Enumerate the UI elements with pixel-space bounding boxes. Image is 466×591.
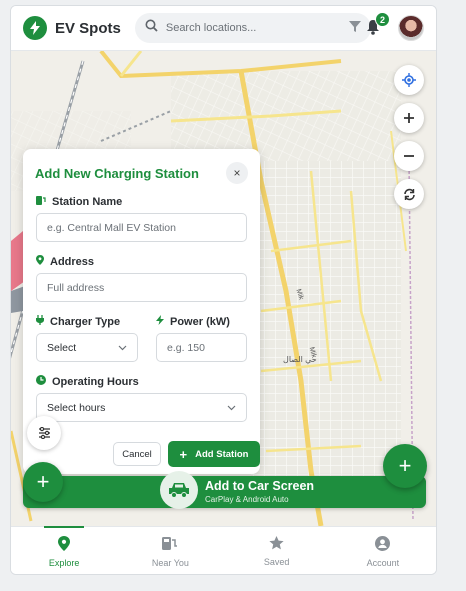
- map-pin-icon: [36, 255, 44, 268]
- active-indicator: [44, 526, 85, 528]
- address-input[interactable]: Full address: [36, 273, 247, 302]
- filter-button[interactable]: [27, 416, 61, 450]
- add-fab-left[interactable]: +: [23, 462, 63, 502]
- car-icon: [160, 471, 198, 509]
- nav-explore[interactable]: Explore: [11, 526, 117, 574]
- ev-charger-icon: [36, 195, 46, 208]
- ev-charger-icon: [162, 536, 178, 553]
- power-label: Power (kW): [156, 315, 230, 328]
- close-button[interactable]: ×: [226, 162, 248, 184]
- notification-badge: 2: [375, 12, 390, 27]
- plus-icon: [404, 113, 414, 123]
- plug-icon: [36, 315, 44, 328]
- nav-account[interactable]: Account: [330, 527, 436, 574]
- filter-icon[interactable]: [348, 19, 361, 37]
- user-icon: [375, 535, 391, 553]
- sliders-icon: [38, 427, 50, 439]
- top-bar: EV Spots 2: [11, 6, 436, 51]
- chevron-down-icon: [118, 345, 127, 350]
- charger-type-select[interactable]: Select: [36, 333, 138, 362]
- nav-near-you[interactable]: Near You: [117, 527, 223, 574]
- hours-label: Operating Hours: [36, 375, 139, 388]
- zoom-out-button[interactable]: [394, 141, 424, 171]
- star-icon: [269, 536, 284, 552]
- search-bar[interactable]: [134, 13, 371, 43]
- zoom-in-button[interactable]: [394, 103, 424, 133]
- refresh-button[interactable]: [394, 179, 424, 209]
- dialog-title: Add New Charging Station: [35, 166, 199, 181]
- clock-icon: [36, 375, 46, 388]
- nav-saved[interactable]: Saved: [224, 527, 330, 574]
- search-input[interactable]: [165, 22, 349, 34]
- add-station-button[interactable]: + Add Station: [168, 441, 260, 467]
- minus-icon: [404, 155, 414, 157]
- plus-icon: +: [179, 446, 188, 462]
- refresh-icon: [403, 188, 415, 200]
- add-to-car-screen-banner[interactable]: Add to Car Screen CarPlay & Android Auto: [23, 471, 426, 509]
- address-label: Address: [36, 255, 94, 268]
- station-name-input[interactable]: e.g. Central Mall EV Station: [36, 213, 247, 242]
- bolt-icon: [156, 315, 164, 328]
- logo-icon: [23, 16, 47, 40]
- bottom-nav: Explore Near You Saved Account: [11, 526, 436, 574]
- car-screen-title: Add to Car Screen: [205, 479, 315, 493]
- plus-icon: +: [36, 469, 50, 494]
- search-icon: [145, 19, 158, 37]
- crosshair-icon: [402, 73, 416, 87]
- close-icon: ×: [233, 166, 241, 180]
- locate-button[interactable]: [394, 65, 424, 95]
- map-pin-icon: [58, 535, 71, 553]
- cancel-button[interactable]: Cancel: [113, 442, 161, 466]
- car-screen-subtitle: CarPlay & Android Auto: [205, 495, 289, 504]
- app-title: EV Spots: [55, 19, 121, 37]
- hours-select[interactable]: Select hours: [36, 393, 247, 422]
- power-input[interactable]: e.g. 150: [156, 333, 247, 362]
- add-fab-right[interactable]: +: [383, 444, 427, 488]
- charger-type-label: Charger Type: [36, 315, 120, 328]
- plus-icon: +: [398, 453, 412, 478]
- avatar[interactable]: [398, 15, 424, 41]
- app-window: EV Spots 2: [10, 5, 437, 575]
- chevron-down-icon: [227, 405, 236, 410]
- station-name-label: Station Name: [36, 195, 122, 208]
